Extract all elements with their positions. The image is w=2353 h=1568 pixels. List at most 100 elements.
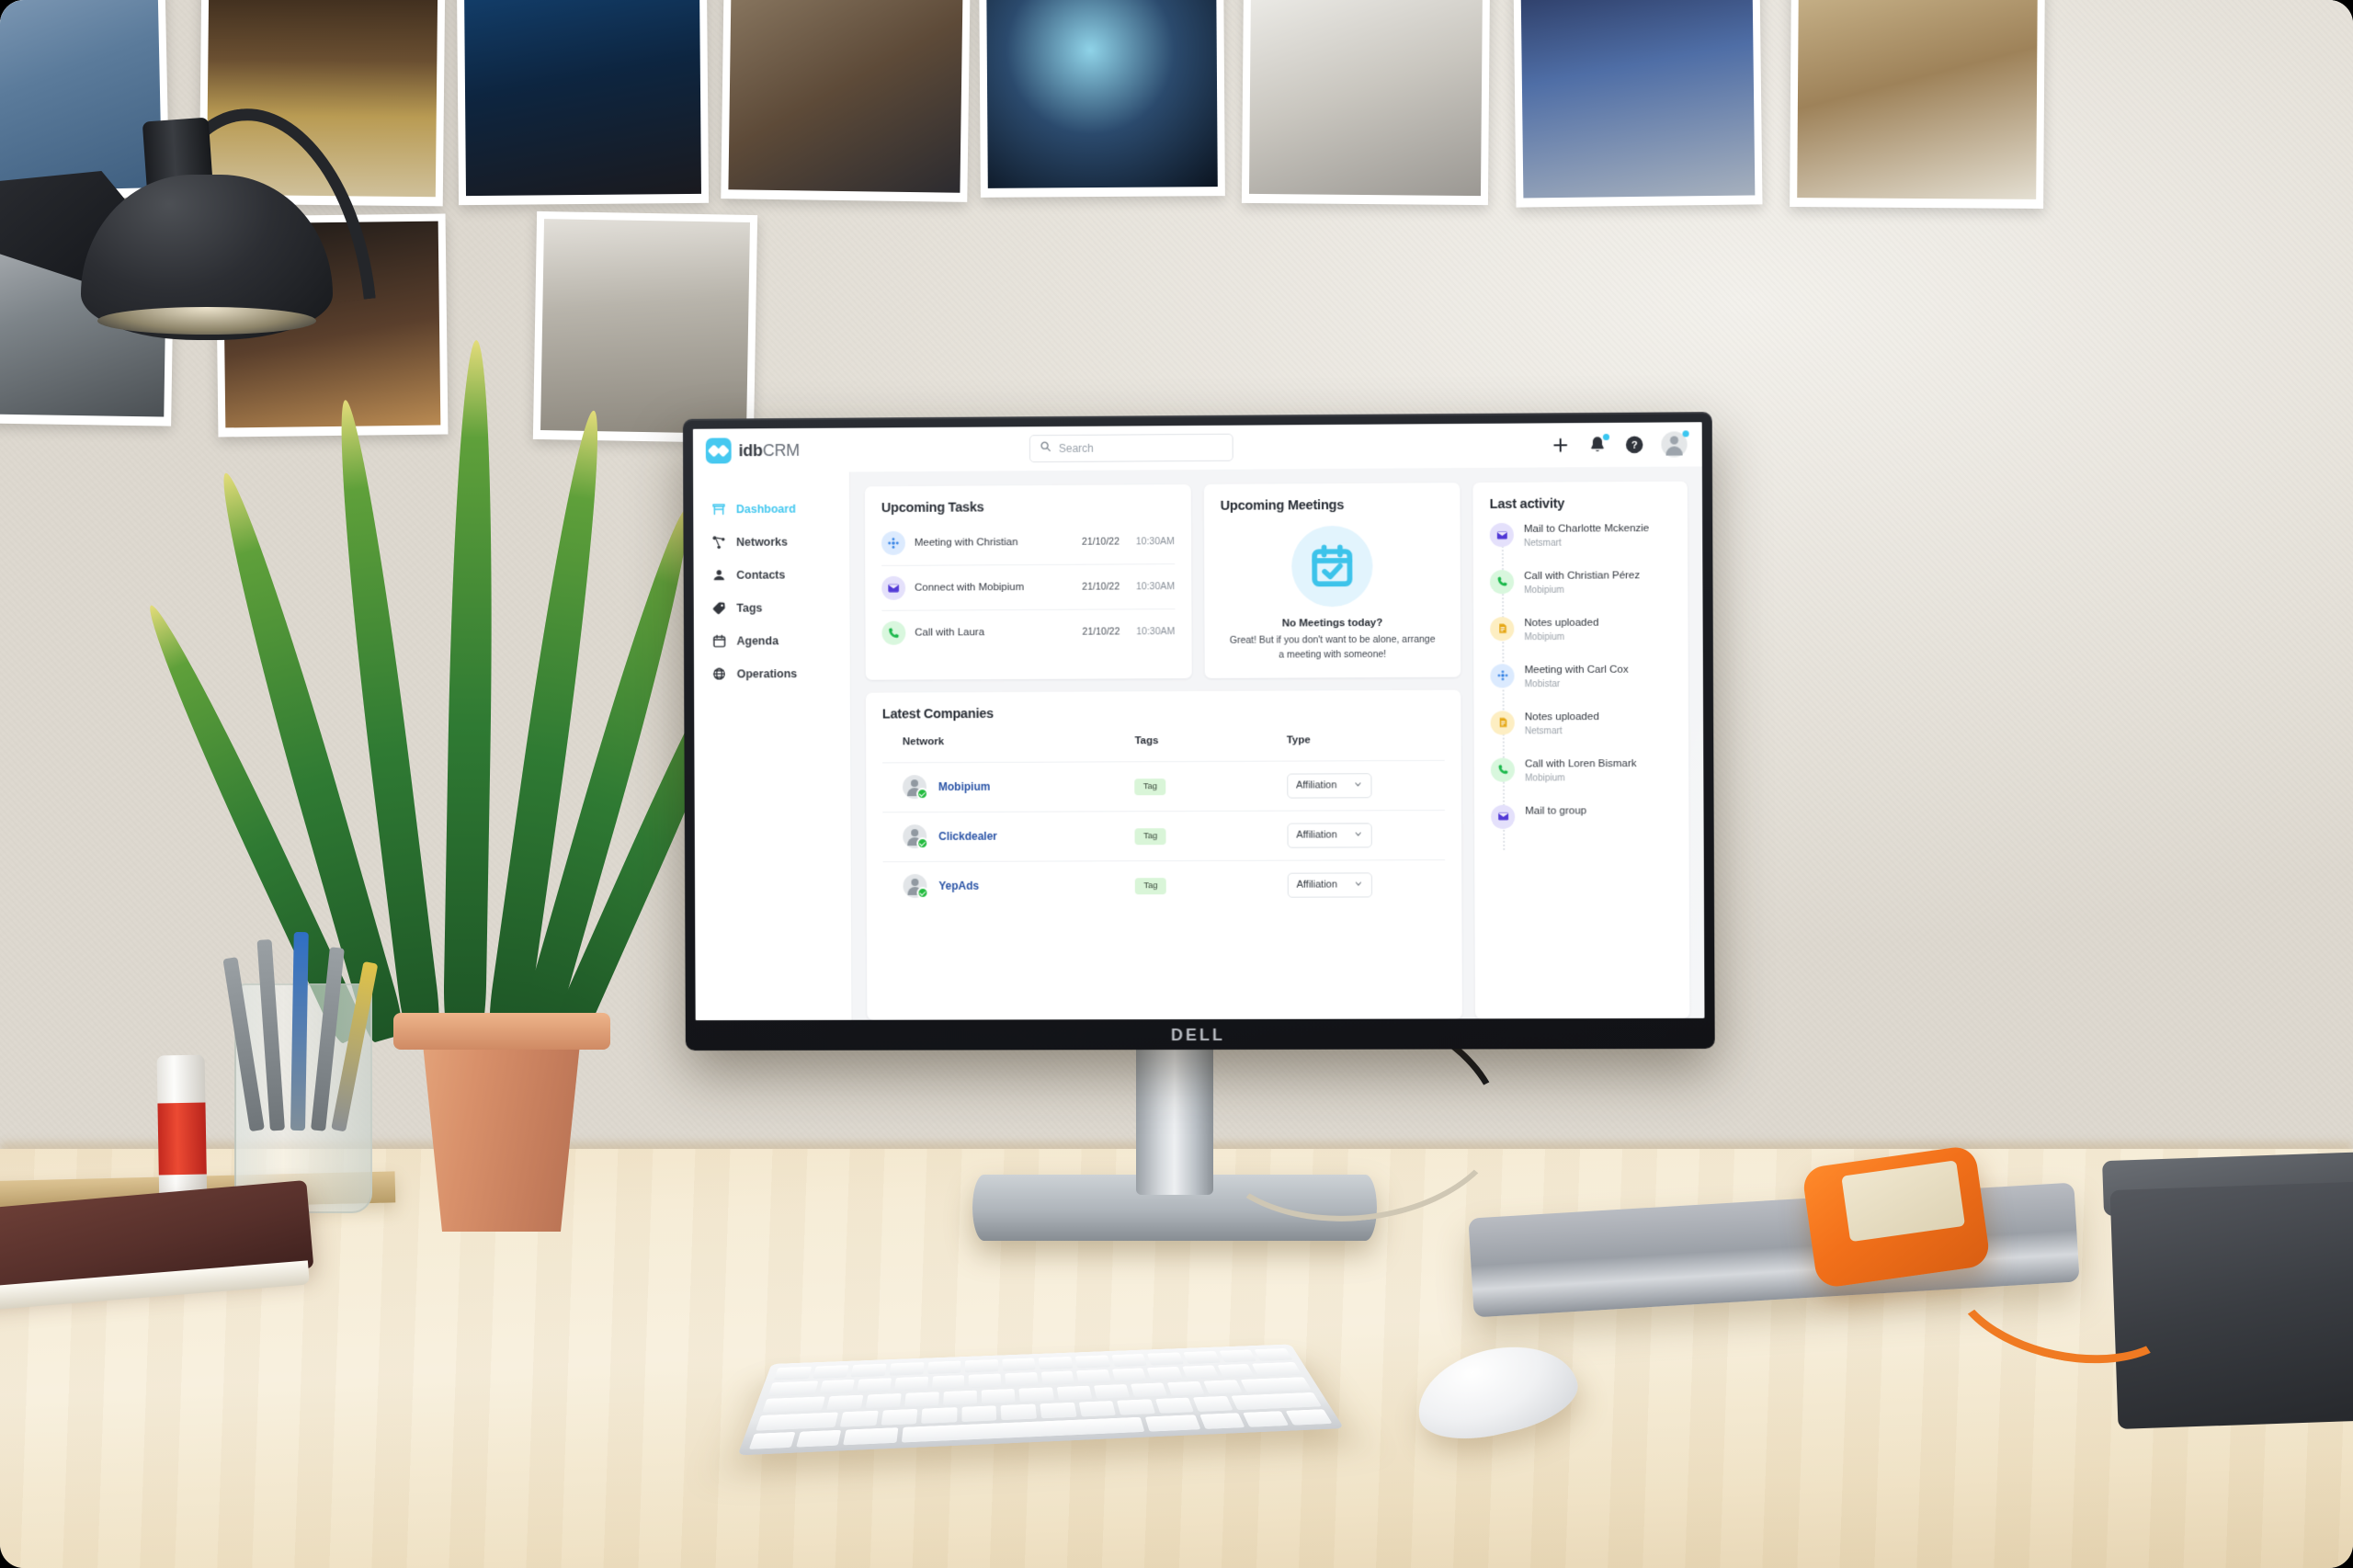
activity-item[interactable]: Notes uploaded Netsmart [1490, 710, 1674, 757]
activity-item[interactable]: Notes uploaded Mobipium [1490, 616, 1673, 664]
sidebar-item-contacts[interactable]: Contacts [693, 558, 849, 592]
type-dropdown-value: Affiliation [1296, 879, 1337, 891]
type-dropdown[interactable]: Affiliation [1287, 822, 1372, 848]
activity-item[interactable]: Call with Loren Bismark Mobipium [1490, 757, 1674, 805]
activity-title: Mail to group [1525, 805, 1587, 817]
wall-photo [1790, 0, 2045, 209]
monitor-brand-logo: DELL [1170, 1025, 1225, 1045]
latest-companies-title: Latest Companies [881, 706, 995, 722]
task-row[interactable]: Meeting with Christian 21/10/22 10:30AM [881, 519, 1175, 566]
task-row[interactable]: Connect with Mobipium 21/10/22 10:30AM [881, 564, 1176, 611]
crm-app: idbCRM Search ? Dashboard Networks Conta… [692, 422, 1705, 1021]
sidebar-item-agenda[interactable]: Agenda [694, 624, 850, 658]
sidebar-item-label: Dashboard [735, 502, 796, 517]
markers [222, 919, 379, 1132]
app-topbar: idbCRM Search ? [692, 422, 1702, 473]
notification-badge-dot [1602, 433, 1610, 441]
svg-text:?: ? [1631, 440, 1638, 451]
brand-text: idbCRM [739, 440, 800, 460]
type-dropdown[interactable]: Affiliation [1287, 871, 1372, 898]
search-input[interactable] [1058, 440, 1223, 455]
latest-companies-card: Latest Companies Network Tags Type Mobip… [865, 689, 1462, 1020]
activity-title: Meeting with Carl Cox [1524, 664, 1629, 676]
company-name-link[interactable]: Mobipium [938, 780, 990, 793]
wall-photo [979, 0, 1225, 198]
sidebar: Dashboard Networks Contacts Tags Agenda … [693, 472, 853, 1021]
monitor-screen: idbCRM Search ? Dashboard Networks Conta… [692, 422, 1705, 1021]
user-avatar[interactable] [1661, 430, 1689, 458]
glue-stick [156, 1054, 208, 1210]
table-row[interactable]: Mobipium Tag Affiliation [882, 759, 1445, 812]
task-time: 10:30AM [1136, 626, 1176, 638]
content-left-column: Upcoming Tasks Meeting with Christian 21… [864, 483, 1462, 1020]
mail-icon [1489, 522, 1514, 548]
notes-icon [1490, 617, 1515, 642]
avatar-status-dot [1682, 430, 1689, 437]
sidebar-item-operations[interactable]: Operations [694, 657, 850, 691]
column-header-tags: Tags [1134, 734, 1287, 762]
notifications-icon[interactable] [1587, 433, 1610, 455]
search-box[interactable] [1029, 433, 1233, 463]
topbar-icons: ? [1551, 430, 1689, 458]
monitor-stand-neck [1136, 1037, 1213, 1195]
sidebar-item-dashboard[interactable]: Dashboard [693, 492, 849, 526]
type-dropdown[interactable]: Affiliation [1286, 772, 1372, 799]
add-icon[interactable] [1551, 435, 1571, 455]
task-name: Call with Laura [915, 627, 985, 639]
mail-icon [1491, 804, 1516, 829]
table-row[interactable]: YepAds Tag Affiliation [883, 859, 1446, 910]
app-logo[interactable]: idbCRM [705, 437, 863, 464]
companies-table: Network Tags Type Mobipium Tag Affiliati… [881, 733, 1446, 910]
activity-item[interactable]: Mail to group [1491, 804, 1674, 850]
activity-item[interactable]: Mail to Charlotte Mckenzie Netsmart [1489, 522, 1673, 570]
networks-icon [711, 535, 726, 550]
company-name-link[interactable]: YepAds [938, 880, 979, 892]
activity-title: Call with Christian Pérez [1524, 570, 1641, 582]
type-dropdown-value: Affiliation [1296, 829, 1337, 841]
company-avatar [903, 775, 929, 801]
activity-item[interactable]: Meeting with Carl Cox Mobistar [1490, 663, 1673, 710]
dell-monitor: idbCRM Search ? Dashboard Networks Conta… [682, 412, 1715, 1051]
task-date: 21/10/22 [1082, 536, 1120, 548]
meeting-group-icon [881, 530, 905, 555]
search-area [1029, 433, 1233, 463]
sidebar-item-tags[interactable]: Tags [694, 591, 850, 625]
activity-item[interactable]: Call with Christian Pérez Mobipium [1489, 569, 1673, 617]
sidebar-item-label: Operations [736, 667, 798, 681]
company-avatar [903, 873, 929, 899]
table-row[interactable]: Clickdealer Tag Affiliation [882, 809, 1446, 862]
operations-icon [712, 667, 727, 682]
last-activity-card: Last activity Mail to Charlotte Mckenzie [1472, 481, 1690, 1019]
activity-timeline: Mail to Charlotte Mckenzie Netsmart Call… [1489, 522, 1675, 850]
column-header-network: Network [881, 734, 1135, 763]
company-avatar [903, 824, 929, 850]
help-icon[interactable]: ? [1624, 435, 1644, 455]
meetings-empty-description: Great! But if you don't want to be alone… [1229, 633, 1436, 661]
upcoming-meetings-title: Upcoming Meetings [1220, 497, 1345, 514]
company-name-link[interactable]: Clickdealer [938, 830, 997, 843]
brand-name-light: CRM [762, 440, 800, 460]
tag-badge: Tag [1135, 877, 1166, 894]
monitor-bezel: idbCRM Search ? Dashboard Networks Conta… [682, 412, 1715, 1051]
upcoming-tasks-title: Upcoming Tasks [881, 500, 984, 517]
wall-photo [721, 0, 971, 202]
task-row[interactable]: Call with Laura 21/10/22 10:30AM [881, 609, 1175, 655]
meetings-empty-title: No Meetings today? [1281, 617, 1383, 630]
top-cards-row: Upcoming Tasks Meeting with Christian 21… [864, 483, 1461, 680]
sidebar-item-label: Tags [736, 601, 763, 615]
activity-subtitle: Mobipium [1524, 585, 1564, 596]
search-icon [1040, 440, 1051, 457]
tag-badge: Tag [1134, 827, 1166, 845]
column-header-type: Type [1286, 733, 1445, 761]
chevron-down-icon [1353, 779, 1362, 791]
sidebar-item-networks[interactable]: Networks [693, 525, 849, 559]
activity-subtitle: Netsmart [1524, 725, 1563, 737]
upcoming-tasks-card: Upcoming Tasks Meeting with Christian 21… [864, 484, 1192, 680]
external-hard-drive [1801, 1144, 1992, 1290]
upcoming-meetings-card: Upcoming Meetings No Meetings today? Gre… [1203, 483, 1461, 678]
main-content: Upcoming Tasks Meeting with Christian 21… [850, 466, 1705, 1020]
tag-badge: Tag [1134, 778, 1166, 796]
sidebar-item-label: Agenda [736, 634, 779, 648]
activity-subtitle: Netsmart [1523, 538, 1562, 549]
app-body: Dashboard Networks Contacts Tags Agenda … [693, 466, 1705, 1021]
